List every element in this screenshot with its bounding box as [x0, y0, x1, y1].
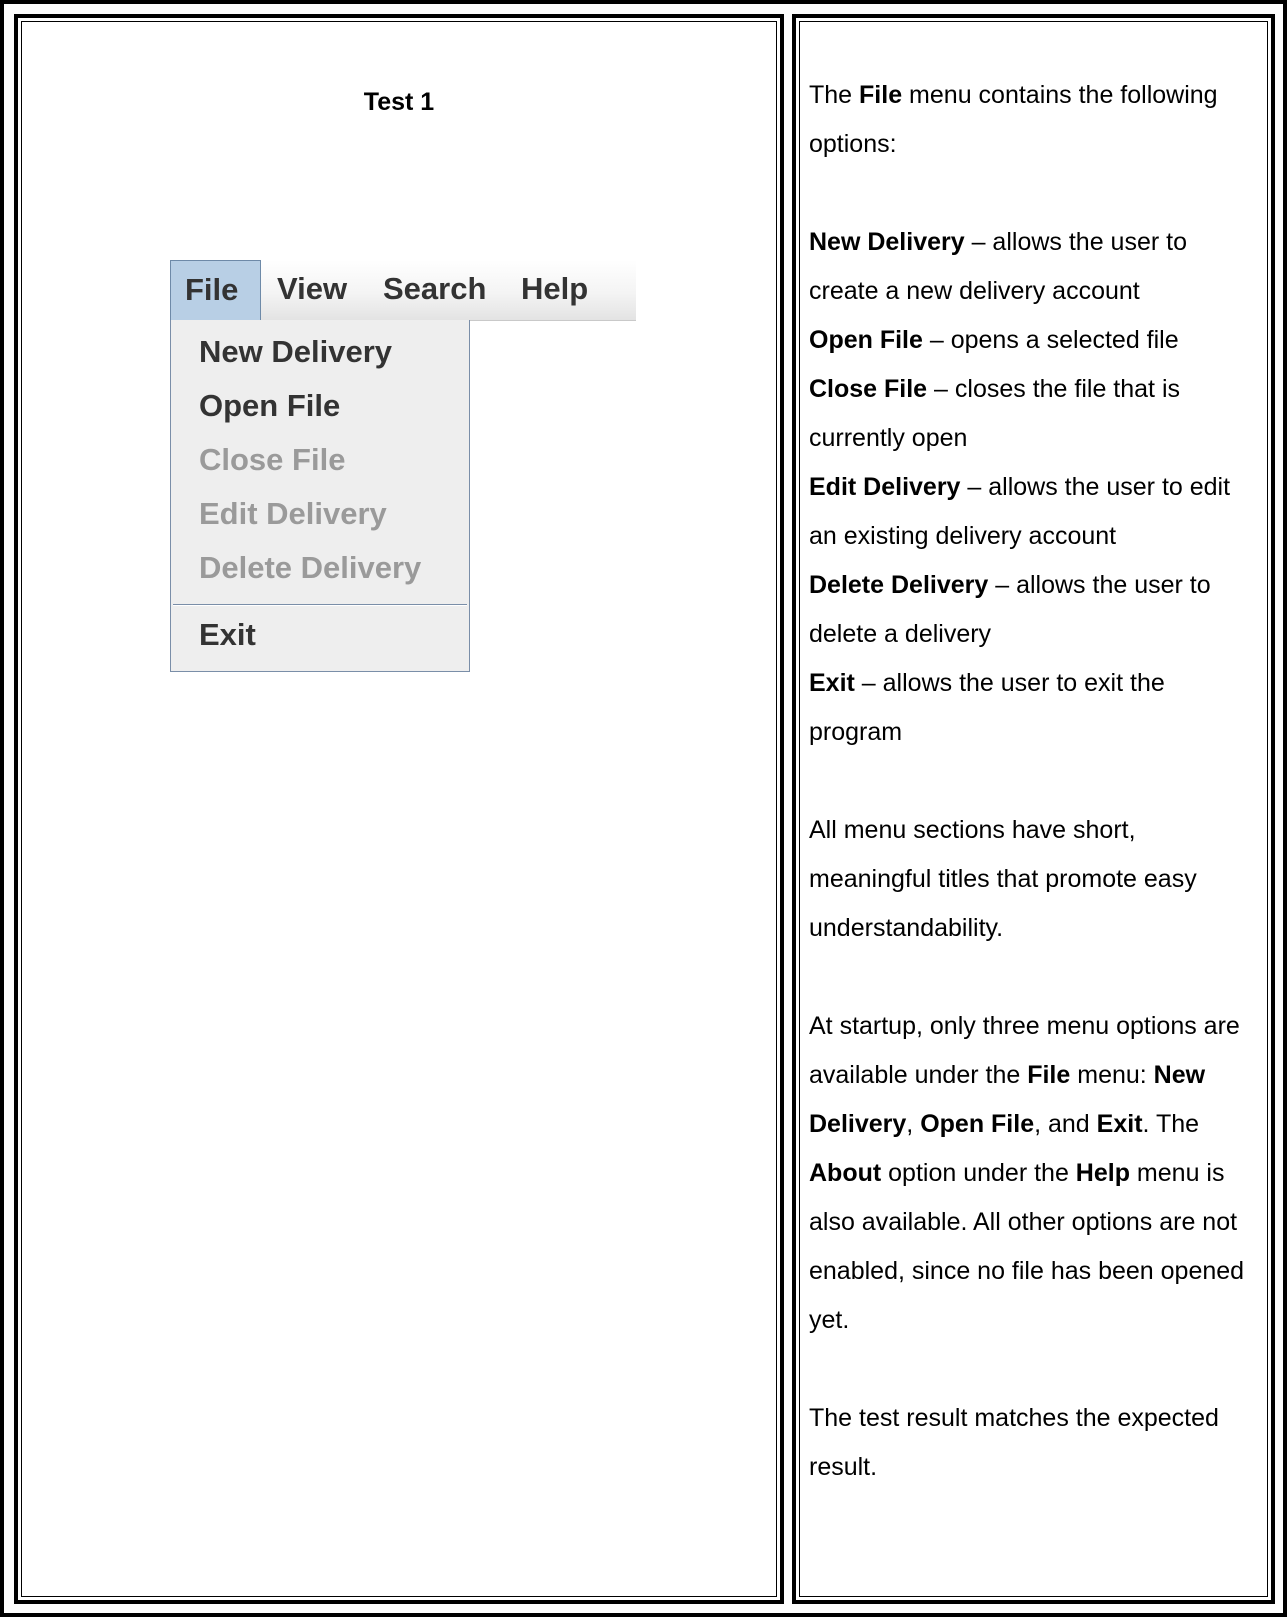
- description-cell: The File menu contains the following opt…: [792, 14, 1275, 1604]
- option-exit: Exit – allows the user to exit the progr…: [809, 669, 1165, 746]
- menu-option-delete-delivery: Delete Delivery: [199, 550, 422, 585]
- test-title: Test 1: [363, 88, 435, 116]
- menu-option-open-file[interactable]: Open File: [199, 388, 340, 424]
- menu-view[interactable]: View: [277, 260, 347, 320]
- menu-option-edit-delivery: Edit Delivery: [199, 496, 387, 531]
- option-close-file: Close File – closes the file that is cur…: [809, 375, 1180, 452]
- menu-search[interactable]: Search: [383, 260, 486, 320]
- menu-option-exit[interactable]: Exit: [199, 617, 256, 653]
- intro-paragraph: The File menu contains the following opt…: [809, 81, 1218, 158]
- titles-paragraph: All menu sections have short, meaningful…: [809, 816, 1197, 942]
- screenshot-cell: Test 1 File View Search Help New Deliver…: [14, 14, 784, 1604]
- menu-file[interactable]: File: [170, 260, 261, 320]
- menu-help[interactable]: Help: [521, 260, 588, 320]
- file-menu-dropdown: New Delivery Open File Close File Edit D…: [170, 320, 470, 672]
- menu-option-new-delivery[interactable]: New Delivery: [199, 334, 392, 370]
- option-delete-delivery: Delete Delivery – allows the user to del…: [809, 571, 1211, 648]
- startup-paragraph: At startup, only three menu options are …: [809, 1012, 1245, 1334]
- option-open-file: Open File – opens a selected file: [809, 326, 1179, 354]
- menu-option-close-file: Close File: [199, 442, 346, 477]
- result-paragraph: The test result matches the expected res…: [809, 1404, 1219, 1481]
- option-edit-delivery: Edit Delivery – allows the user to edit …: [809, 473, 1231, 550]
- menu-bar: File View Search Help: [170, 260, 636, 321]
- menu-separator: [173, 604, 467, 606]
- option-new-delivery: New Delivery – allows the user to create…: [809, 228, 1187, 305]
- description-text: The File menu contains the following opt…: [809, 71, 1259, 1492]
